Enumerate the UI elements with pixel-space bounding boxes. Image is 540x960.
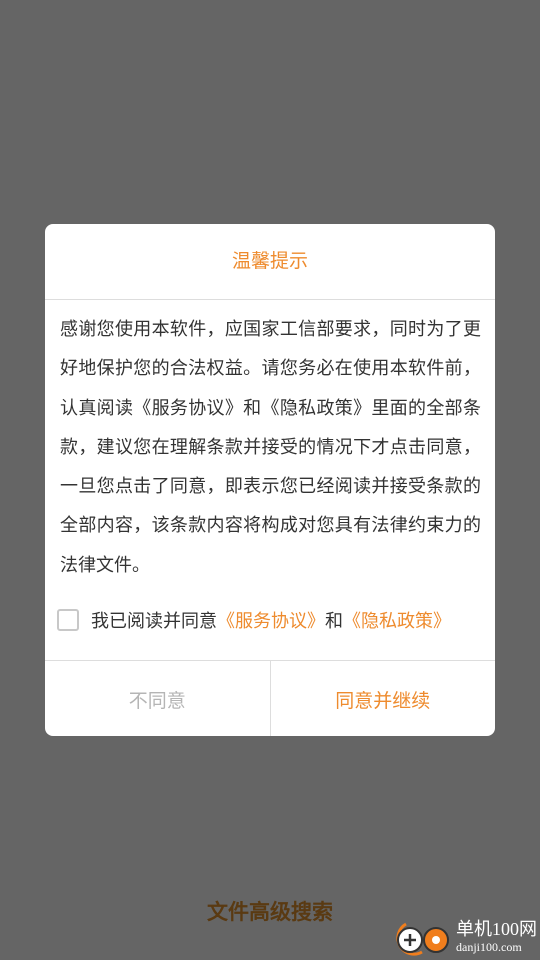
- agree-checkbox[interactable]: [57, 609, 79, 631]
- agree-row: 我已阅读并同意 《服务协议》 和 《隐私政策》: [57, 600, 451, 640]
- site-watermark: 单机100网 danji100.com: [390, 914, 540, 960]
- dialog-message: 感谢您使用本软件，应国家工信部要求，同时为了更好地保护您的合法权益。请您务必在使…: [60, 319, 481, 576]
- and-label: 和: [325, 611, 343, 632]
- disagree-button[interactable]: 不同意: [45, 661, 271, 736]
- dialog-buttons: 不同意 同意并继续: [45, 660, 495, 736]
- agree-continue-button[interactable]: 同意并继续: [271, 661, 496, 736]
- watermark-domain: danji100.com: [456, 940, 522, 954]
- service-agreement-link[interactable]: 《服务协议》: [217, 607, 325, 633]
- privacy-dialog: 温馨提示 感谢您使用本软件，应国家工信部要求，同时为了更好地保护您的合法权益。请…: [45, 224, 495, 736]
- watermark-text: 单机100网 danji100.com: [456, 918, 537, 954]
- watermark-brand: 单机100网: [456, 919, 537, 939]
- privacy-policy-link[interactable]: 《隐私政策》: [343, 607, 451, 633]
- danji100-logo-icon: [396, 922, 449, 956]
- agree-label: 我已阅读并同意: [91, 611, 217, 632]
- dialog-title: 温馨提示: [45, 224, 495, 300]
